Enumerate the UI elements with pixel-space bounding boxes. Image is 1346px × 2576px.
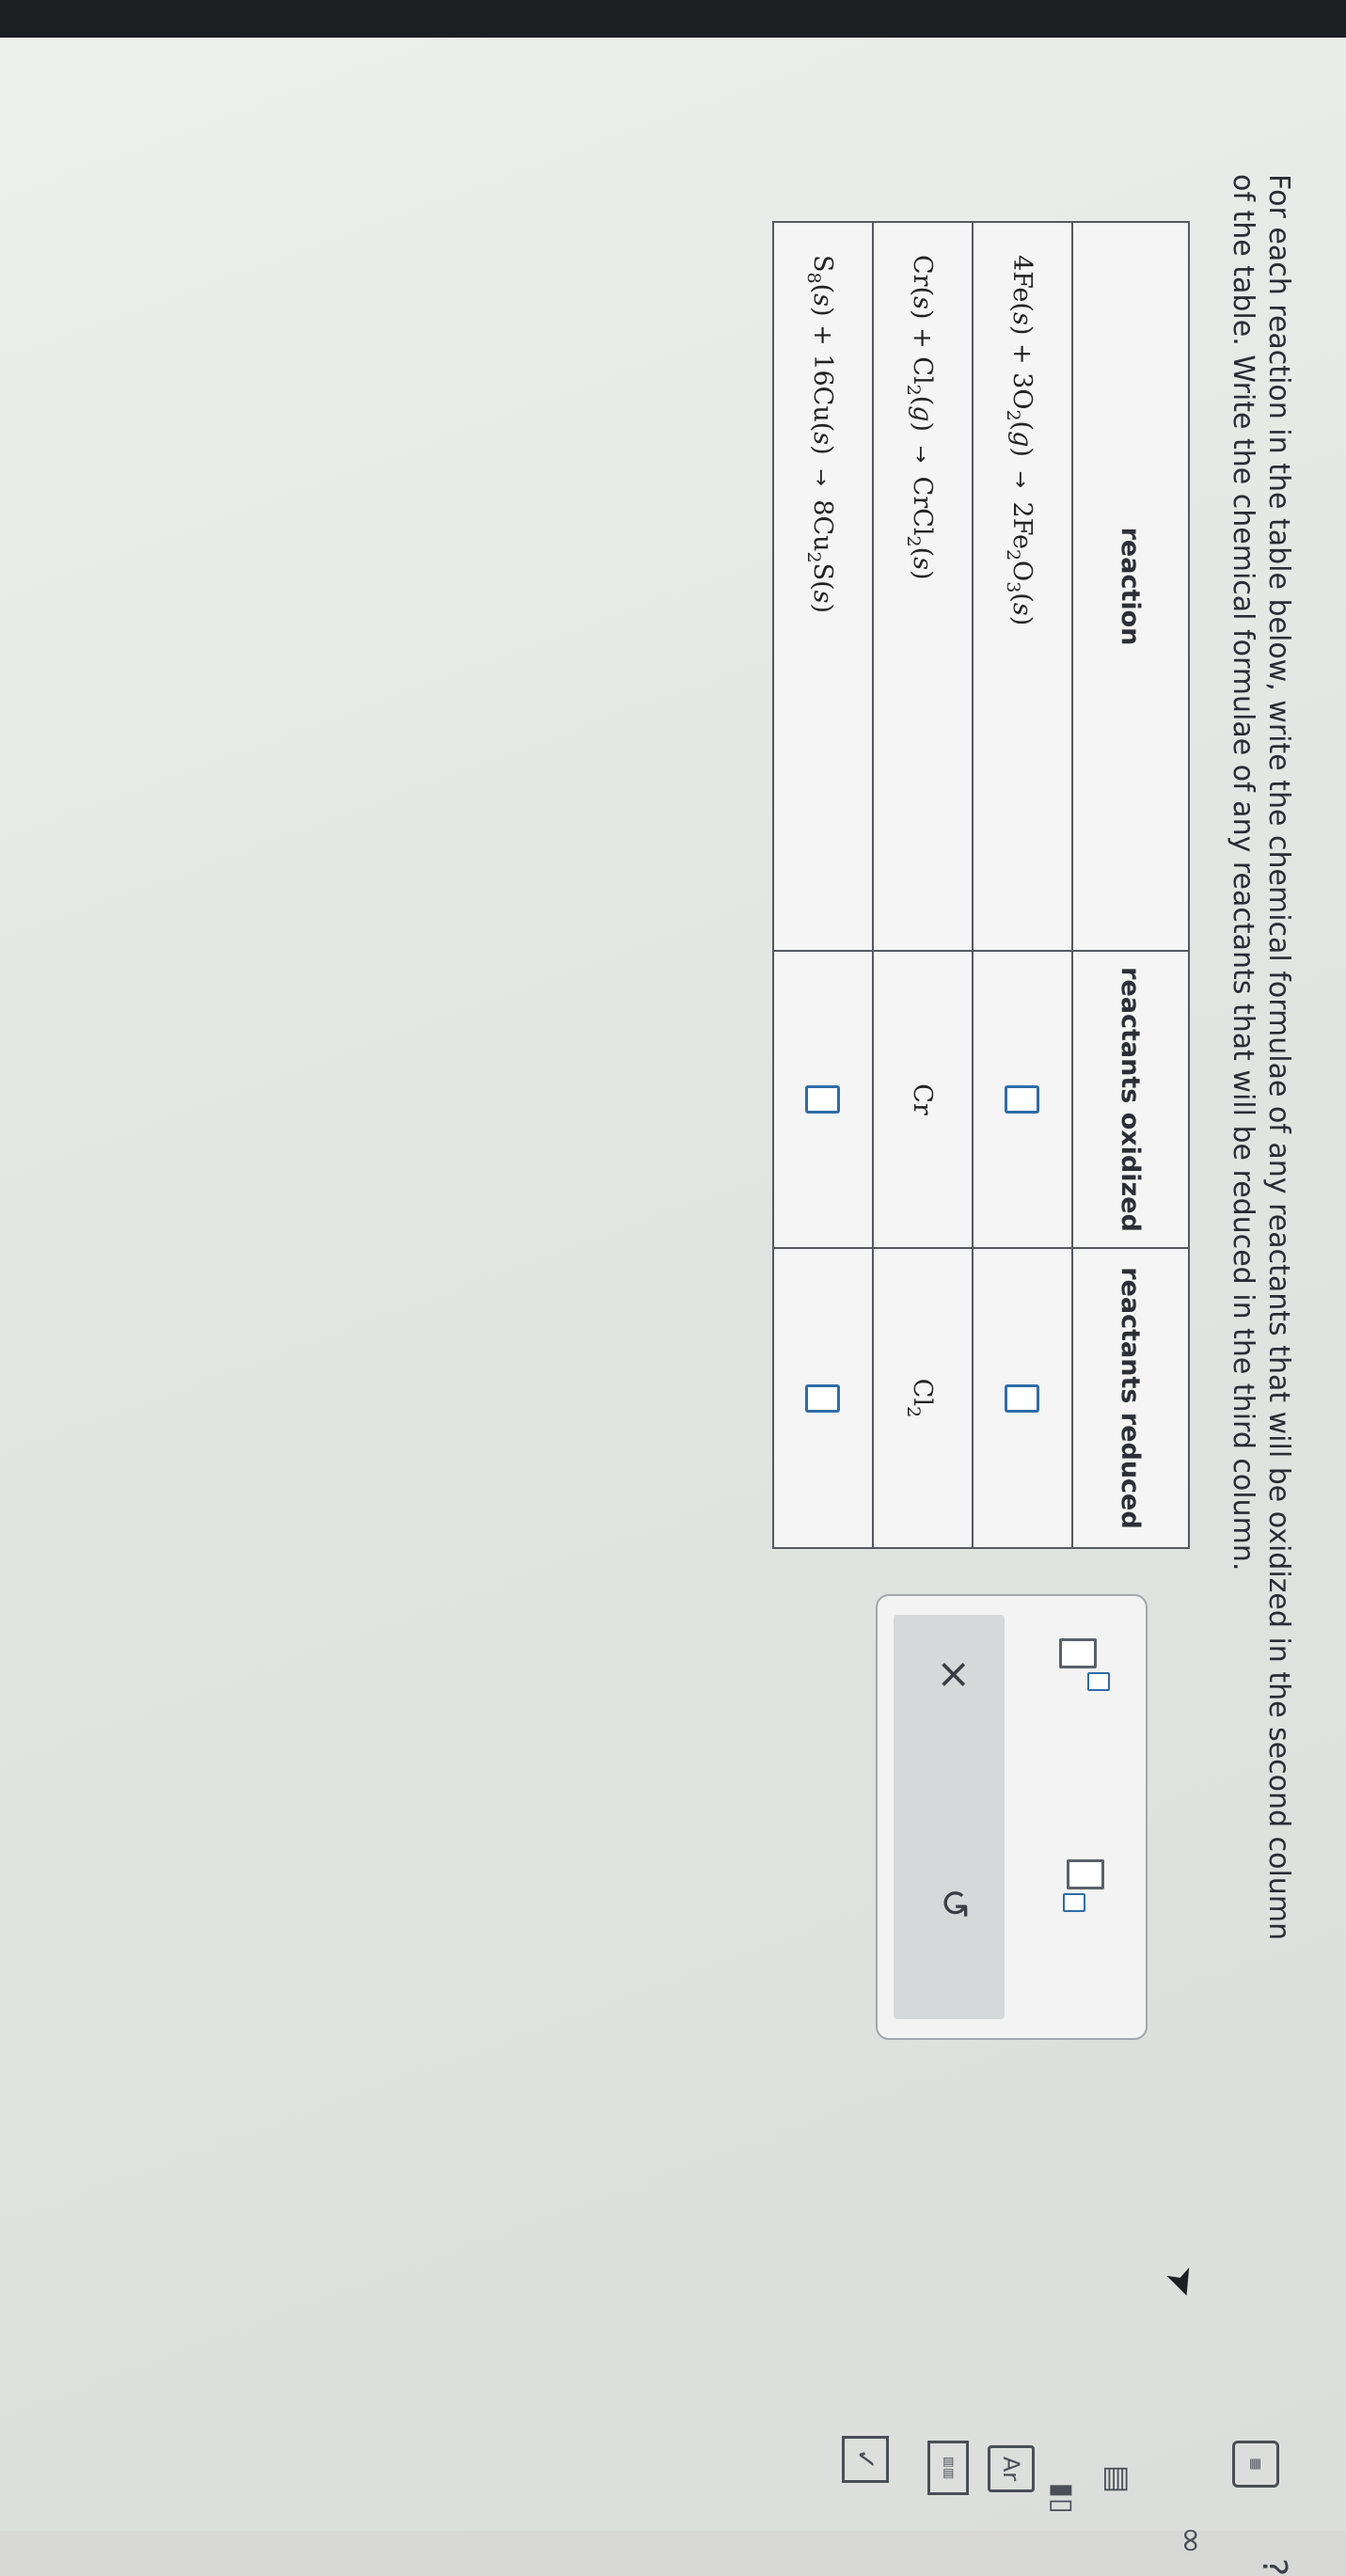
instructions-line-2: of the table. Write the chemical formula… [1227, 174, 1259, 1572]
reaction-3: S8(s) + 16Cu(s) → 8Cu2S(s) [773, 222, 873, 951]
reaction-1: 4Fe(s) + 3O2(g) → 2Fe2O3(s) [973, 222, 1072, 951]
instructions-line-1: For each reaction in the table below, wr… [1262, 174, 1295, 1941]
reaction-1-formula: 4Fe(s) + 3O2(g) → 2Fe2O3(s) [1003, 255, 1037, 626]
reduced-answer-2: Cl2 [903, 1378, 938, 1418]
reaction-2-formula: Cr(s) + Cl2(g) → CrCl2(s) [903, 255, 938, 580]
subscript-button[interactable] [1052, 1859, 1117, 1944]
undo-button[interactable]: ↺ [929, 1888, 978, 1920]
superscript-base-icon [1059, 1638, 1097, 1668]
header-reduced: reactants reduced [1072, 1248, 1189, 1548]
check-icon[interactable]: ✓ [842, 2436, 889, 2483]
oxidized-input-3[interactable] [773, 951, 873, 1248]
oxidized-answer-2: Cr [908, 1083, 938, 1115]
clear-button[interactable]: × [929, 1657, 978, 1692]
calculator-icon[interactable]: ▦ [1232, 2441, 1279, 2488]
table-row: Cr(s) + Cl2(g) → CrCl2(s) Cr Cl2 [873, 222, 973, 1548]
periodic-table-icon[interactable]: ▥▥ [927, 2441, 969, 2495]
subscript-index-icon [1063, 1893, 1085, 1912]
screen: For each reaction in the table below, wr… [0, 38, 1346, 2576]
formula-toolbox: × ↺ [876, 1594, 1148, 2040]
answer-box[interactable] [805, 1383, 841, 1413]
rotated-page: For each reaction in the table below, wr… [38, 85, 1317, 2576]
reaction-2: Cr(s) + Cl2(g) → CrCl2(s) [873, 222, 973, 951]
reduced-input-1[interactable] [973, 1248, 1072, 1548]
toolbox-format-row [1005, 1596, 1146, 2038]
superscript-exponent-icon [1087, 1672, 1110, 1691]
text-size-icon[interactable]: Ar [988, 2445, 1035, 2492]
infinity-icon[interactable]: ∞ [1166, 2516, 1215, 2565]
header-oxidized: reactants oxidized [1072, 951, 1189, 1248]
reaction-3-formula: S8(s) + 16Cu(s) → 8Cu2S(s) [803, 255, 838, 614]
table-row: 4Fe(s) + 3O2(g) → 2Fe2O3(s) [973, 222, 1072, 1548]
toolbox-action-row: × ↺ [894, 1615, 1005, 2019]
book-icon[interactable]: ▤ [1094, 2455, 1143, 2504]
header-reaction: reaction [1072, 222, 1189, 951]
oxidized-input-1[interactable] [973, 951, 1072, 1248]
answer-box[interactable] [1005, 1085, 1040, 1114]
table-header-row: reaction reactants oxidized reactants re… [1072, 222, 1189, 1548]
instructions: For each reaction in the table below, wr… [1225, 174, 1296, 2337]
oxidized-input-2[interactable]: Cr [873, 951, 973, 1248]
answer-box[interactable] [805, 1085, 841, 1114]
reaction-table: reaction reactants oxidized reactants re… [772, 221, 1190, 1549]
reduced-input-2[interactable]: Cl2 [873, 1248, 973, 1548]
help-icon[interactable]: ? [1255, 2558, 1293, 2576]
subscript-base-icon [1067, 1859, 1104, 1889]
reduced-input-3[interactable] [773, 1248, 873, 1548]
superscript-button[interactable] [1052, 1638, 1117, 1723]
bar-chart-icon[interactable]: ▮▯ [1037, 2473, 1086, 2522]
mouse-cursor-icon: ➤ [1156, 2260, 1209, 2305]
answer-box[interactable] [1005, 1383, 1040, 1413]
table-row: S8(s) + 16Cu(s) → 8Cu2S(s) [773, 222, 873, 1548]
